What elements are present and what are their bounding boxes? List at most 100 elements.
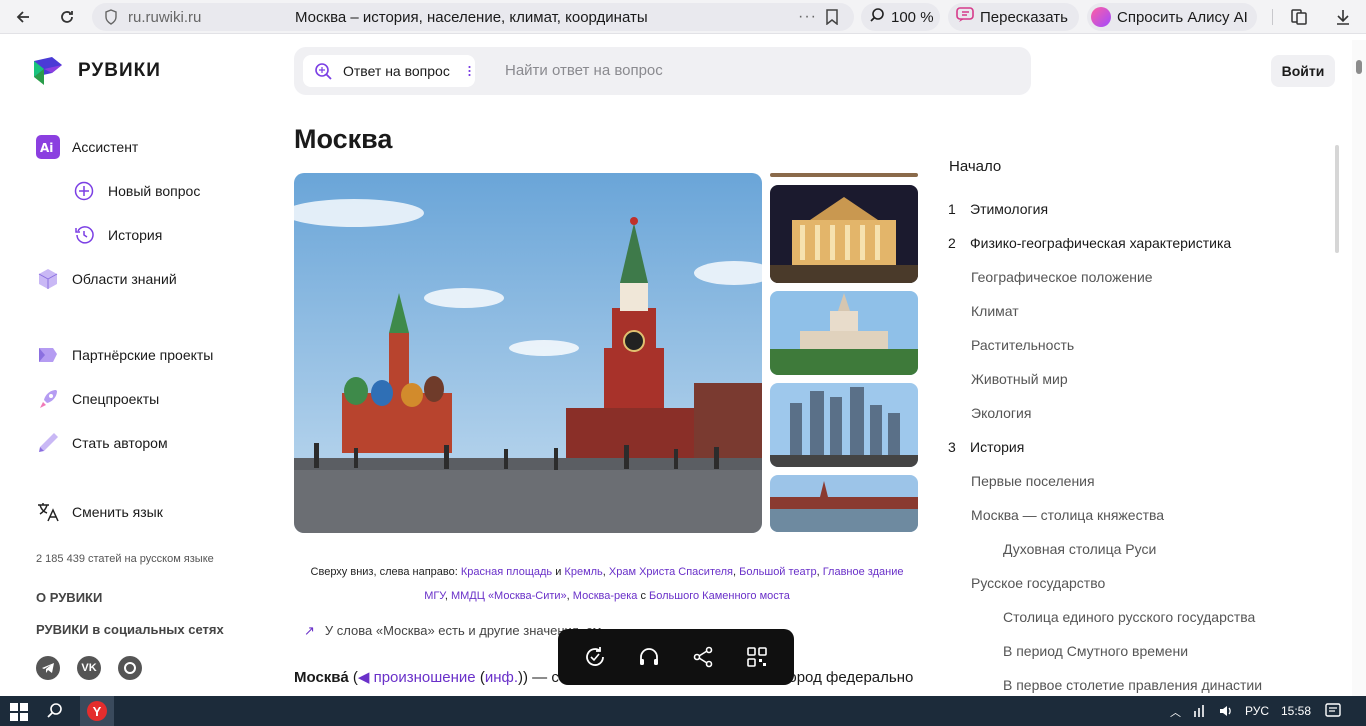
toc-item[interactable]: В первое столетие правления династии: [1003, 677, 1262, 693]
svg-text:Ai: Ai: [40, 141, 53, 155]
search-input[interactable]: Найти ответ на вопрос: [505, 62, 663, 79]
share-icon[interactable]: [688, 642, 718, 672]
toc-item[interactable]: В период Смутного времени: [1003, 643, 1188, 659]
plus-circle-icon: [72, 179, 96, 203]
translate-icon: [36, 500, 60, 524]
search-icon[interactable]: [46, 702, 64, 723]
caption-prefix: Сверху вниз, слева направо:: [310, 566, 458, 578]
toc-item[interactable]: Растительность: [971, 337, 1074, 353]
sidebar-item-label: Области знаний: [72, 271, 177, 287]
about-link[interactable]: О РУВИКИ: [36, 590, 102, 605]
max-messenger-icon[interactable]: [118, 656, 142, 680]
bolshoi-theatre-thumbnail[interactable]: [770, 185, 918, 283]
floating-action-toolbar: [558, 629, 794, 685]
toc-item[interactable]: Духовная столица Руси: [1003, 541, 1156, 557]
msu-building-thumbnail[interactable]: [770, 291, 918, 375]
caption-link[interactable]: Храм Христа Спасителя: [609, 566, 733, 578]
sidebar-item-label: Новый вопрос: [108, 183, 201, 199]
bookmark-icon[interactable]: [826, 9, 838, 30]
reload-icon[interactable]: [52, 2, 82, 32]
caption-link[interactable]: Большой театр: [739, 566, 816, 578]
login-button[interactable]: Войти: [1271, 55, 1335, 87]
volume-icon[interactable]: [1218, 703, 1234, 722]
info-link[interactable]: инф.: [485, 669, 518, 686]
alice-icon: [1091, 7, 1111, 27]
browser-toolbar: ru.ruwiki.ru Москва – история, население…: [0, 0, 1366, 34]
red-square-image[interactable]: [294, 173, 762, 533]
vk-icon[interactable]: VK: [77, 656, 101, 680]
logo-text: РУВИКИ: [78, 60, 161, 81]
qr-code-icon[interactable]: [742, 642, 772, 672]
notifications-icon[interactable]: [1325, 702, 1341, 721]
headphones-icon[interactable]: [634, 642, 664, 672]
toc-item[interactable]: Этимология: [970, 201, 1048, 217]
retell-button[interactable]: Пересказать: [948, 3, 1079, 31]
toc-scrollbar[interactable]: [1335, 145, 1339, 253]
kebab-icon[interactable]: [468, 65, 471, 77]
sidebar-item-become-author[interactable]: Стать автором: [36, 431, 168, 455]
toc-item[interactable]: Москва — столица княжества: [971, 507, 1164, 523]
retell-icon: [956, 7, 974, 27]
search-mode-label: Ответ на вопрос: [343, 63, 450, 79]
clock[interactable]: 15:58: [1281, 704, 1311, 718]
moskva-river-thumbnail[interactable]: [770, 475, 918, 532]
ai-rewrite-icon[interactable]: [580, 642, 610, 672]
moscow-city-thumbnail[interactable]: [770, 383, 918, 467]
caption-link[interactable]: Красная площадь: [461, 566, 552, 578]
network-icon[interactable]: [1192, 703, 1208, 722]
toc-item[interactable]: Экология: [971, 405, 1031, 421]
caption-link[interactable]: Москва-река: [573, 590, 638, 602]
caption-mid: с: [640, 590, 646, 602]
toc-item[interactable]: Климат: [971, 303, 1019, 319]
caption-link[interactable]: ММДЦ «Москва-Сити»: [451, 590, 567, 602]
page-title: Москва: [294, 124, 393, 154]
ask-alice-button[interactable]: Спросить Алису AI: [1087, 3, 1257, 31]
external-link-icon: ↗: [304, 623, 315, 638]
zoom-level: 100 %: [891, 8, 934, 26]
toolbar-divider: [1272, 9, 1273, 25]
toc-heading[interactable]: Начало: [949, 158, 1001, 175]
toc-item[interactable]: Столица единого русского государства: [1003, 609, 1255, 625]
sidebar-item-assistant[interactable]: Ai Ассистент: [36, 135, 138, 159]
search-mode-chip[interactable]: Ответ на вопрос: [303, 55, 475, 87]
toc-item[interactable]: Географическое положение: [971, 269, 1153, 285]
sidebar-item-knowledge-areas[interactable]: Области знаний: [36, 267, 177, 291]
toc-item[interactable]: История: [970, 439, 1024, 455]
sidebar-item-change-language[interactable]: Сменить язык: [36, 500, 163, 524]
search-box[interactable]: Ответ на вопрос Найти ответ на вопрос: [294, 47, 1031, 95]
cathedral-thumbnail[interactable]: [770, 173, 918, 177]
toc-item[interactable]: Русское государство: [971, 575, 1105, 591]
telegram-icon[interactable]: [36, 656, 60, 680]
back-arrow-icon[interactable]: [8, 2, 38, 32]
zoom-button[interactable]: 100 %: [861, 3, 940, 31]
collections-icon[interactable]: [1284, 2, 1314, 32]
cube-icon: [36, 267, 60, 291]
sidebar-item-special-projects[interactable]: Спецпроекты: [36, 387, 159, 411]
caption-link[interactable]: Кремль: [564, 566, 602, 578]
toc-item[interactable]: Физико-географическая характеристика: [970, 235, 1231, 251]
speaker-icon[interactable]: ◀: [358, 669, 370, 686]
yandex-browser-taskbar-icon[interactable]: Y: [80, 696, 114, 726]
toc-item[interactable]: Первые поселения: [971, 473, 1095, 489]
social-title: РУВИКИ в социальных сетях: [36, 622, 224, 637]
pronunciation-link[interactable]: произношение: [374, 669, 476, 686]
input-language[interactable]: РУС: [1245, 704, 1269, 718]
sidebar-item-new-question[interactable]: Новый вопрос: [72, 179, 200, 203]
zoom-icon: [869, 7, 885, 27]
sidebar-item-partner-projects[interactable]: Партнёрские проекты: [36, 343, 213, 367]
page-scrollbar[interactable]: [1352, 40, 1366, 696]
toc-item[interactable]: Животный мир: [971, 371, 1068, 387]
ai-search-icon: [313, 61, 333, 84]
windows-start-icon[interactable]: [10, 703, 28, 724]
page-scrollbar-thumb[interactable]: [1356, 60, 1362, 74]
tab-title: Москва – история, население, климат, коо…: [295, 8, 648, 26]
download-icon[interactable]: [1328, 2, 1358, 32]
caption-link[interactable]: Большого Каменного моста: [649, 590, 790, 602]
chevron-up-icon[interactable]: ︿: [1170, 704, 1181, 720]
address-bar[interactable]: ru.ruwiki.ru Москва – история, население…: [92, 3, 854, 31]
sidebar-item-history[interactable]: История: [72, 223, 162, 247]
more-icon[interactable]: ···: [798, 8, 817, 26]
sidebar-item-label: Стать автором: [72, 435, 168, 451]
ruwiki-logo[interactable]: РУВИКИ: [32, 55, 161, 87]
shield-icon: [104, 9, 118, 30]
